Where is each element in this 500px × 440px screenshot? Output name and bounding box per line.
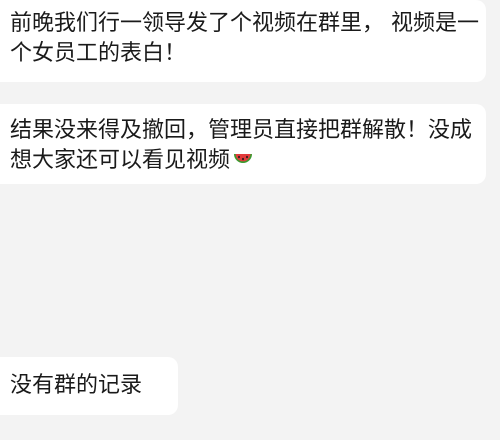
message-line: 结果没来得及撤回，管理员直接把群解散！没成	[10, 118, 473, 143]
chat-thread: 前晚我们行一领导发了个视频在群里， 视频是一 个女员工的表白！ 结果没来得及撤回…	[0, 0, 500, 440]
message-line: 个女员工的表白！	[10, 41, 187, 66]
message-line-with-emoji: 想大家还可以看见视频	[10, 146, 478, 179]
message-bubble: 前晚我们行一领导发了个视频在群里， 视频是一 个女员工的表白！	[0, 0, 486, 82]
message-line: 前晚我们行一领导发了个视频在群里， 视频是一	[10, 11, 479, 36]
message-bubble: 结果没来得及撤回，管理员直接把群解散！没成 想大家还可以看见视频	[0, 104, 486, 184]
message-bubble: 没有群的记录	[0, 357, 178, 415]
watermelon-icon	[232, 148, 254, 179]
message-line-text: 想大家还可以看见视频	[10, 148, 231, 173]
message-line: 没有群的记录	[10, 373, 143, 398]
